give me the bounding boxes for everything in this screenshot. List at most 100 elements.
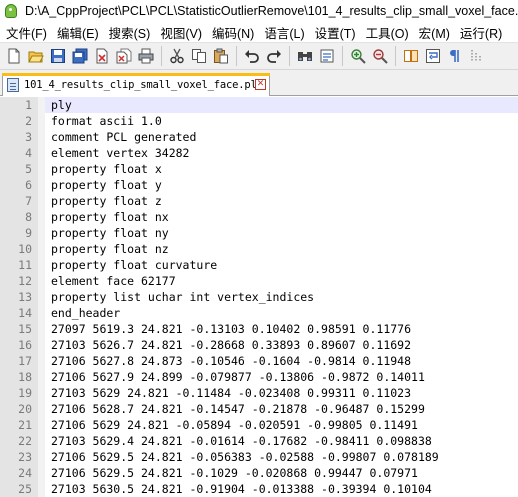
code-line[interactable]: 12 element face 62177 [0, 273, 518, 289]
save-icon[interactable] [48, 46, 68, 66]
menu-settings[interactable]: 设置(T) [311, 23, 362, 42]
code-line[interactable]: 23 27106 5629.5 24.821 -0.056383 -0.02588… [0, 449, 518, 465]
close-icon[interactable] [92, 46, 112, 66]
undo-icon[interactable] [242, 46, 262, 66]
copy-icon[interactable] [189, 46, 209, 66]
tab-active-file[interactable]: 101_4_results_clip_small_voxel_face.ply … [2, 73, 270, 96]
code-line[interactable]: 7 property float z [0, 193, 518, 209]
code-line[interactable]: 16 27103 5626.7 24.821 -0.28668 0.33893 0… [0, 337, 518, 353]
find-icon[interactable] [295, 46, 315, 66]
sync-scroll-icon[interactable] [401, 46, 421, 66]
code-line[interactable]: 10 property float nz [0, 241, 518, 257]
zoom-out-icon[interactable] [370, 46, 390, 66]
menu-bar: 文件(F) 编辑(E) 搜索(S) 视图(V) 编码(N) 语言(L) 设置(T… [0, 22, 518, 42]
indent-guide-icon[interactable] [467, 46, 487, 66]
wrap-icon[interactable] [423, 46, 443, 66]
cut-icon[interactable] [167, 46, 187, 66]
menu-encoding[interactable]: 编码(N) [208, 23, 260, 42]
code-line[interactable]: 24 27106 5629.5 24.821 -0.1029 -0.020868 … [0, 465, 518, 481]
line-text: 27106 5629.5 24.821 -0.1029 -0.020868 0.… [51, 466, 418, 480]
line-number: 25 [18, 482, 32, 496]
menu-macro[interactable]: 宏(M) [415, 23, 456, 42]
code-line[interactable]: 21 27106 5629 24.821 -0.05894 -0.020591 -… [0, 417, 518, 433]
code-line[interactable]: 9 property float ny [0, 225, 518, 241]
line-text: 27106 5629.5 24.821 -0.056383 -0.02588 -… [51, 450, 439, 464]
line-text: property float y [51, 178, 162, 192]
line-text: 27103 5629 24.821 -0.11484 -0.023408 0.9… [51, 386, 412, 400]
open-file-icon[interactable] [26, 46, 46, 66]
code-line[interactable]: 5 property float x [0, 161, 518, 177]
line-text: 27106 5627.8 24.873 -0.10546 -0.1604 -0.… [51, 354, 412, 368]
line-text: property float curvature [51, 258, 218, 272]
line-text: 27106 5628.7 24.821 -0.14547 -0.21878 -0… [51, 402, 425, 416]
line-number: 19 [18, 386, 32, 400]
line-number: 8 [25, 210, 32, 224]
close-all-icon[interactable] [114, 46, 134, 66]
toolbar-separator [161, 46, 162, 66]
show-all-chars-icon[interactable] [445, 46, 465, 66]
line-text: element face 62177 [51, 274, 176, 288]
line-text: 27103 5626.7 24.821 -0.28668 0.33893 0.8… [51, 338, 412, 352]
code-line[interactable]: 25 27103 5630.5 24.821 -0.91904 -0.013388… [0, 481, 518, 497]
line-number: 4 [25, 146, 32, 160]
code-line[interactable]: 1 ply [0, 97, 518, 113]
tab-close-icon[interactable]: ✕ [255, 79, 266, 90]
line-number: 21 [18, 418, 32, 432]
line-text: 27097 5619.3 24.821 -0.13103 0.10402 0.9… [51, 322, 412, 336]
code-line[interactable]: 11 property float curvature [0, 257, 518, 273]
redo-icon[interactable] [264, 46, 284, 66]
code-line[interactable]: 14 end_header [0, 305, 518, 321]
title-bar: D:\A_CppProject\PCL\PCL\StatisticOutlier… [0, 0, 518, 22]
file-icon [7, 78, 19, 92]
line-number: 11 [18, 258, 32, 272]
menu-tools[interactable]: 工具(O) [362, 23, 415, 42]
line-number: 10 [18, 242, 32, 256]
paste-icon[interactable] [211, 46, 231, 66]
line-text: ply [45, 97, 518, 113]
code-line[interactable]: 19 27103 5629 24.821 -0.11484 -0.023408 0… [0, 385, 518, 401]
menu-file[interactable]: 文件(F) [2, 23, 53, 42]
print-icon[interactable] [136, 46, 156, 66]
line-text: 27103 5629.4 24.821 -0.01614 -0.17682 -0… [51, 434, 432, 448]
line-number: 9 [25, 226, 32, 240]
code-line[interactable]: 20 27106 5628.7 24.821 -0.14547 -0.21878 … [0, 401, 518, 417]
save-all-icon[interactable] [70, 46, 90, 66]
menu-run[interactable]: 运行(R) [456, 23, 508, 42]
line-number: 14 [18, 306, 32, 320]
code-lines: 1 ply 2 format ascii 1.0 3 comment PCL genera… [0, 97, 518, 497]
line-number: 15 [18, 322, 32, 336]
code-line[interactable]: 18 27106 5627.9 24.899 -0.079877 -0.13806… [0, 369, 518, 385]
line-text: property float nz [51, 242, 169, 256]
menu-search[interactable]: 搜索(S) [105, 23, 157, 42]
menu-language[interactable]: 语言(L) [260, 23, 310, 42]
editor[interactable]: 1 ply 2 format ascii 1.0 3 comment PCL genera… [0, 97, 518, 497]
line-number: 3 [25, 130, 32, 144]
code-line[interactable]: 3 comment PCL generated [0, 129, 518, 145]
new-file-icon[interactable] [4, 46, 24, 66]
line-text: 27106 5627.9 24.899 -0.079877 -0.13806 -… [51, 370, 425, 384]
code-line[interactable]: 4 element vertex 34282 [0, 145, 518, 161]
line-text: format ascii 1.0 [51, 114, 162, 128]
notepad-plus-plus-icon [3, 3, 19, 19]
line-number: 22 [18, 434, 32, 448]
line-text: property float x [51, 162, 162, 176]
line-number: 13 [18, 290, 32, 304]
line-text: property float nx [51, 210, 169, 224]
replace-icon[interactable] [317, 46, 337, 66]
code-line[interactable]: 6 property float y [0, 177, 518, 193]
line-number: 24 [18, 466, 32, 480]
line-number: 12 [18, 274, 32, 288]
toolbar [0, 42, 518, 70]
code-line[interactable]: 8 property float nx [0, 209, 518, 225]
zoom-in-icon[interactable] [348, 46, 368, 66]
code-line[interactable]: 17 27106 5627.8 24.873 -0.10546 -0.1604 -… [0, 353, 518, 369]
line-number: 6 [25, 178, 32, 192]
code-line[interactable]: 22 27103 5629.4 24.821 -0.01614 -0.17682 … [0, 433, 518, 449]
code-line[interactable]: 15 27097 5619.3 24.821 -0.13103 0.10402 0… [0, 321, 518, 337]
menu-edit[interactable]: 编辑(E) [53, 23, 105, 42]
code-line[interactable]: 13 property list uchar int vertex_indices [0, 289, 518, 305]
menu-view[interactable]: 视图(V) [156, 23, 208, 42]
line-number: 17 [18, 354, 32, 368]
code-line[interactable]: 2 format ascii 1.0 [0, 113, 518, 129]
toolbar-separator [395, 46, 396, 66]
